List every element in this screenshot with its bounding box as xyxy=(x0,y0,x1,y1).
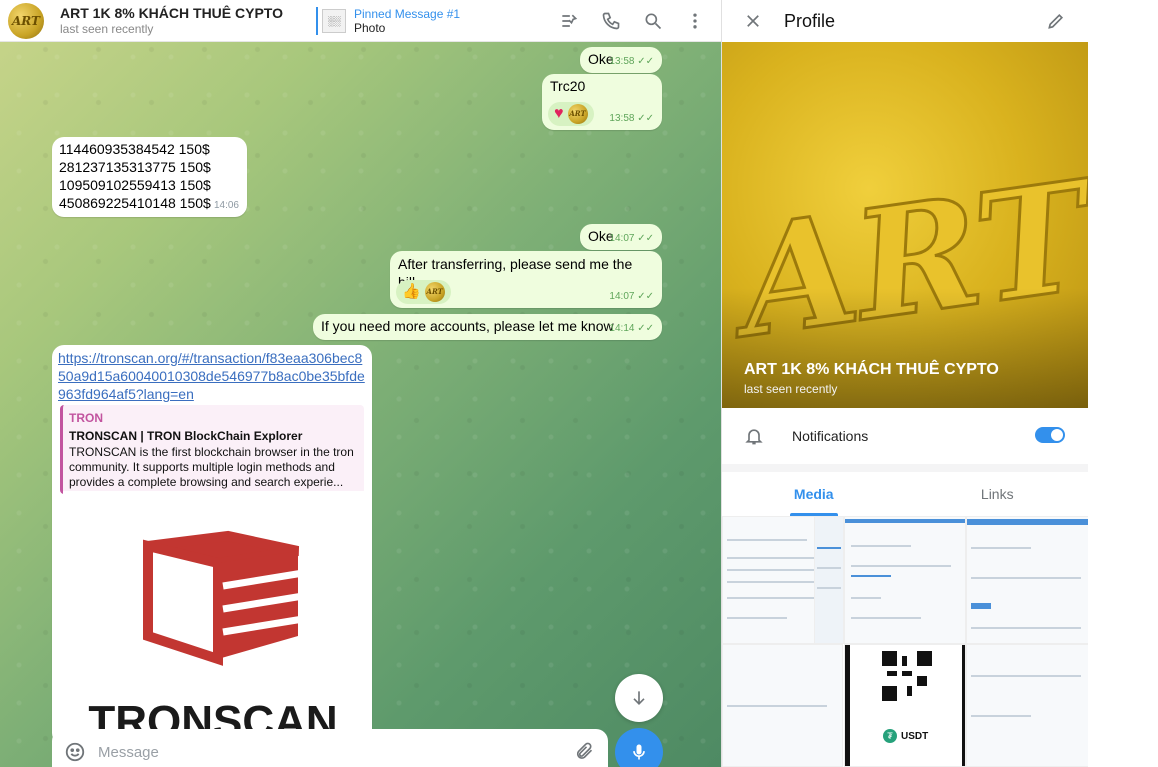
message-bubble[interactable]: Oke 13:58 ✓✓ xyxy=(580,47,662,73)
pinned-title: Pinned Message #1 xyxy=(354,6,461,21)
chat-panel: ART ART 1K 8% KHÁCH THUÊ CYPTO last seen… xyxy=(0,0,721,767)
notifications-label: Notifications xyxy=(792,428,869,444)
close-icon[interactable] xyxy=(744,12,762,30)
message-bubble[interactable]: If you need more accounts, please let me… xyxy=(313,314,662,340)
thumbs-up-icon: 👍 xyxy=(402,283,421,300)
reactions[interactable]: ♥ ART xyxy=(548,102,594,126)
pinned-thumbnail: ░░ xyxy=(322,8,346,33)
chat-status: last seen recently xyxy=(60,22,154,36)
message-line: 450869225410148 150$ xyxy=(59,195,211,211)
tronscan-logo-icon: TRONSCAN xyxy=(88,530,338,741)
message-time: 14:14 ✓✓ xyxy=(609,323,654,334)
media-thumbnail[interactable] xyxy=(814,516,844,644)
message-time: 14:07 ✓✓ xyxy=(609,233,654,244)
message-bubble[interactable]: After transferring, please send me the b… xyxy=(390,251,662,308)
preview-image[interactable]: TRONSCAN xyxy=(63,491,364,741)
message-bubble[interactable]: 114460935384542 150$ 281237135313775 150… xyxy=(52,137,247,217)
message-input[interactable]: Message xyxy=(98,744,159,761)
usdt-label: USDT xyxy=(901,731,929,742)
chat-title: ART 1K 8% KHÁCH THUÊ CYPTO xyxy=(60,5,283,21)
preview-site-name: TRON xyxy=(69,411,103,425)
attach-icon[interactable] xyxy=(574,741,594,766)
art-coin-icon: ART xyxy=(567,104,588,124)
qr-code-icon xyxy=(882,651,932,701)
media-grid: ₮ USDT xyxy=(722,516,1088,767)
art-logo-icon: ART xyxy=(722,146,1088,375)
message-line: 114460935384542 150$ xyxy=(59,141,210,157)
pinned-subtitle: Photo xyxy=(354,20,386,35)
chat-avatar[interactable]: ART xyxy=(8,2,44,39)
message-time: 14:06 xyxy=(213,200,239,211)
svg-text:ART: ART xyxy=(722,147,1088,373)
chat-header[interactable]: ART ART 1K 8% KHÁCH THUÊ CYPTO last seen… xyxy=(0,0,721,42)
pinned-indicator xyxy=(316,6,318,35)
chat-header-actions xyxy=(557,0,707,42)
message-time: 13:58 ✓✓ xyxy=(609,56,654,67)
edit-icon[interactable] xyxy=(1046,11,1066,36)
tab-media[interactable]: Media xyxy=(722,472,906,516)
pin-list-icon[interactable] xyxy=(557,9,581,33)
emoji-icon[interactable] xyxy=(64,741,86,767)
message-bubble[interactable]: Oke 14:07 ✓✓ xyxy=(580,224,662,250)
preview-description: TRONSCAN is the first blockchain browser… xyxy=(69,445,354,489)
link-preview[interactable]: TRON TRONSCAN | TRON BlockChain Explorer… xyxy=(60,405,364,494)
profile-panel: Profile ART ART 1K 8% KHÁCH THUÊ CYPTO l… xyxy=(721,0,1088,767)
message-bubble[interactable]: Trc20 ♥ ART 13:58 ✓✓ xyxy=(542,74,662,130)
more-vertical-icon[interactable] xyxy=(683,9,707,33)
notifications-row[interactable]: Notifications xyxy=(722,408,1088,464)
chat-header-titles[interactable]: ART 1K 8% KHÁCH THUÊ CYPTO last seen rec… xyxy=(60,5,310,36)
link-message-bubble[interactable]: https://tronscan.org/#/transaction/f83ea… xyxy=(52,345,372,745)
profile-header: Profile xyxy=(722,0,1088,42)
search-icon[interactable] xyxy=(641,9,665,33)
bell-icon xyxy=(744,425,764,452)
media-thumbnail[interactable] xyxy=(722,644,843,767)
arrow-down-icon xyxy=(633,691,645,706)
voice-record-button[interactable] xyxy=(615,728,663,767)
profile-status: last seen recently xyxy=(744,382,838,396)
message-time: 14:07 ✓✓ xyxy=(609,291,654,302)
message-line: 281237135313775 150$ xyxy=(59,159,211,175)
profile-title: Profile xyxy=(784,10,836,31)
window-margin xyxy=(1088,0,1158,767)
media-thumbnail[interactable] xyxy=(844,516,966,644)
heart-icon: ♥ xyxy=(554,105,564,122)
microphone-icon xyxy=(633,744,645,760)
message-composer[interactable]: Message xyxy=(52,729,608,767)
media-thumbnail[interactable]: ₮ USDT xyxy=(844,644,966,767)
tab-links[interactable]: Links xyxy=(906,472,1089,516)
profile-name: ART 1K 8% KHÁCH THUÊ CYPTO xyxy=(744,361,999,378)
scroll-down-button[interactable] xyxy=(615,674,663,722)
pinned-message[interactable]: ░░ Pinned Message #1 Photo xyxy=(316,6,460,36)
tether-icon: ₮ xyxy=(883,729,897,743)
media-thumbnail[interactable] xyxy=(966,644,1088,767)
media-thumbnail[interactable] xyxy=(966,516,1088,644)
profile-tabs: Media Links xyxy=(722,472,1088,516)
transaction-link[interactable]: https://tronscan.org/#/transaction/f83ea… xyxy=(58,349,366,403)
phone-icon[interactable] xyxy=(599,9,623,33)
reactions[interactable]: 👍 ART xyxy=(396,280,451,304)
profile-cover-image[interactable]: ART ART 1K 8% KHÁCH THUÊ CYPTO last seen… xyxy=(722,42,1088,408)
message-line: 109509102559413 150$ xyxy=(59,177,211,193)
preview-title: TRONSCAN | TRON BlockChain Explorer xyxy=(69,429,303,443)
message-time: 13:58 ✓✓ xyxy=(609,113,654,124)
notifications-toggle[interactable] xyxy=(1035,427,1065,443)
message-text: Trc20 xyxy=(550,78,586,94)
art-coin-icon: ART xyxy=(424,282,445,302)
message-text: If you need more accounts, please let me… xyxy=(321,318,614,334)
